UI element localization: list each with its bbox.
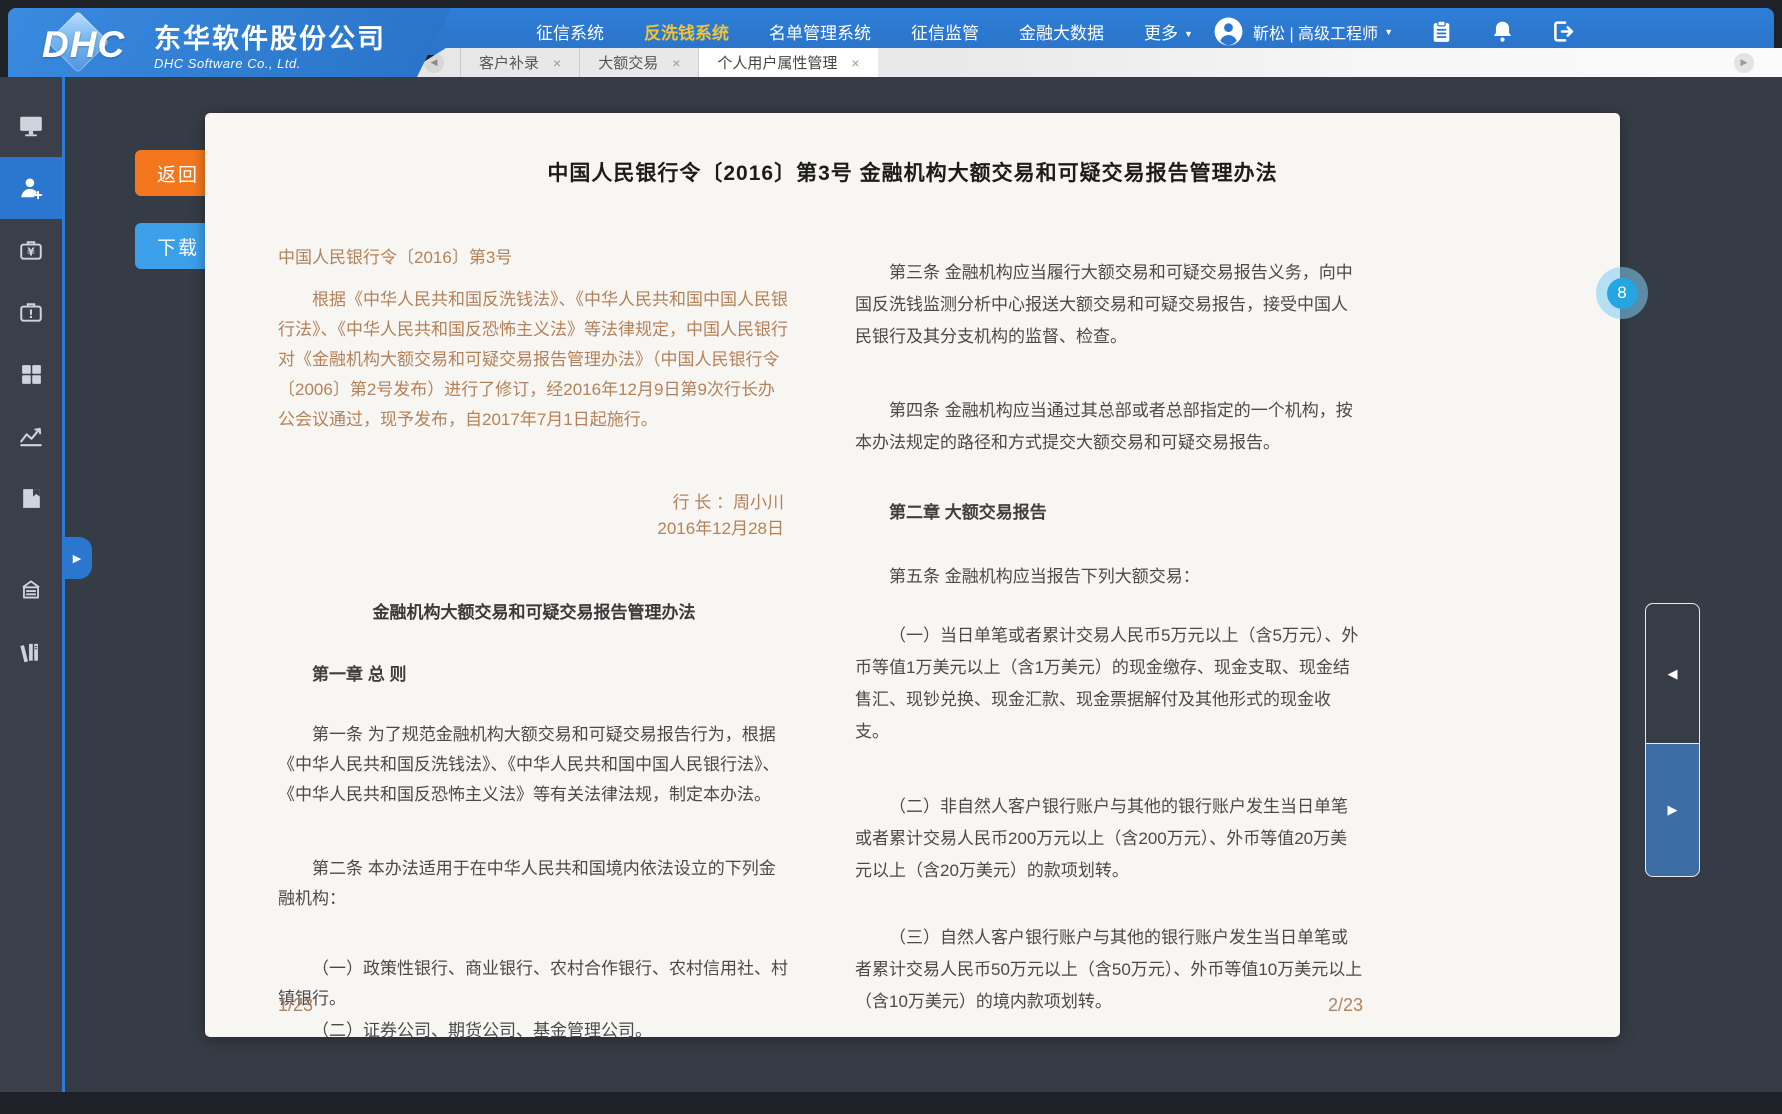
nav-item-credit-supervision[interactable]: 征信监管 (911, 19, 979, 44)
nav-item-aml-system[interactable]: 反洗钱系统 (644, 19, 729, 44)
tab-personal-user-attribute[interactable]: 个人用户属性管理 × (699, 48, 877, 77)
bookmark-book-icon (19, 486, 44, 511)
tab-bar: ◀ 客户补录 × 大额交易 × 个人用户属性管理 × ▶ (400, 48, 1782, 77)
signature-name: 行 长 ：周小川 (278, 490, 784, 516)
sidebar-expand-handle[interactable]: ▶ (62, 537, 92, 579)
bell-icon[interactable] (1490, 19, 1515, 44)
document-right-column: 第三条 金融机构应当履行大额交易和可疑交易报告义务，向中国反洗钱监测分析中心报送… (855, 243, 1363, 1018)
sidebar-item-line-chart[interactable] (0, 405, 62, 467)
sidebar-item-books[interactable] (0, 621, 62, 683)
sidebar-item-bookmark[interactable] (0, 467, 62, 529)
more-label: 更多 (1144, 24, 1178, 43)
logo[interactable]: DHC 东华软件股份公司 DHC Software Co., Ltd. (8, 8, 451, 77)
svg-text:!: ! (28, 307, 33, 321)
header-right-area: 靳松 | 高级工程师 ▼ (1213, 8, 1576, 55)
close-icon[interactable]: × (851, 55, 859, 71)
tab-large-transaction[interactable]: 大额交易 × (580, 48, 698, 77)
badge-count: 8 (1607, 278, 1638, 309)
company-subtitle: DHC Software Co., Ltd. (154, 56, 386, 71)
monitor-icon (18, 113, 44, 139)
close-icon[interactable]: × (672, 55, 680, 71)
sidebar-item-archive[interactable] (0, 559, 62, 621)
chevron-down-icon: ▼ (1184, 29, 1193, 39)
page-prev-button[interactable]: ◀ (1645, 603, 1700, 743)
document-title: 中国人民银行令〔2016〕第3号 金融机构大额交易和可疑交易报告管理办法 (205, 157, 1620, 187)
alert-case-icon: ! (18, 299, 44, 325)
cash-case-icon: ¥ (18, 237, 44, 263)
user-menu[interactable]: 靳松 | 高级工程师 (1253, 20, 1378, 44)
page-next-button[interactable]: ▶ (1645, 743, 1700, 877)
tab-label: 大额交易 (598, 52, 658, 73)
tab-customer-supplement[interactable]: 客户补录 × (461, 48, 579, 77)
tab-label: 个人用户属性管理 (717, 52, 837, 73)
line-chart-icon (18, 423, 44, 449)
article-3: 第三条 金融机构应当履行大额交易和可疑交易报告义务，向中国反洗钱监测分析中心报送… (855, 257, 1363, 353)
logout-icon[interactable] (1551, 19, 1576, 44)
company-name: 东华软件股份公司 (154, 24, 386, 54)
signature-block: 行 长 ：周小川 2016年12月28日 (278, 490, 790, 542)
sidebar-item-grid[interactable] (0, 343, 62, 405)
sidebar-item-monitor[interactable] (0, 95, 62, 157)
page-number-left: 1/23 (278, 995, 313, 1016)
page-number-right: 2/23 (855, 995, 1363, 1016)
signature-date: 2016年12月28日 (278, 516, 784, 542)
user-avatar-icon (1213, 16, 1244, 47)
clipboard-icon[interactable] (1429, 19, 1454, 44)
sidebar-item-person-add[interactable] (0, 157, 62, 219)
chapter-1-heading: 第一章 总 则 (278, 660, 790, 690)
sidebar: ¥ ! (0, 77, 62, 1092)
sidebar-accent-line (62, 77, 65, 1092)
user-chevron-down-icon[interactable]: ▼ (1384, 27, 1393, 37)
close-icon[interactable]: × (553, 55, 561, 71)
chapter-2-heading: 第二章 大额交易报告 (855, 497, 1363, 529)
article-5-item-2: （二）非自然人客户银行账户与其他的银行账户发生当日单笔或者累计交易人民币200万… (855, 791, 1363, 887)
nav-item-financial-bigdata[interactable]: 金融大数据 (1019, 19, 1104, 44)
logo-abbr: DHC (42, 24, 125, 66)
decree-preamble: 根据《中华人民共和国反洗钱法》、《中华人民共和国中国人民银行法》、《中华人民共和… (278, 285, 790, 435)
document-left-column: 中国人民银行令〔2016〕第3号 根据《中华人民共和国反洗钱法》、《中华人民共和… (278, 243, 790, 1046)
books-icon (18, 639, 44, 665)
article-2-item-2: （二）证券公司、期货公司、基金管理公司。 (278, 1016, 790, 1046)
tab-label: 客户补录 (479, 52, 539, 73)
article-5: 第五条 金融机构应当报告下列大额交易： (855, 561, 1363, 593)
notification-badge[interactable]: 8 (1596, 267, 1648, 319)
main-content: 返回 下载 中国人民银行令〔2016〕第3号 金融机构大额交易和可疑交易报告管理… (65, 77, 1782, 1092)
grid-icon (19, 362, 44, 387)
sidebar-item-alert-case[interactable]: ! (0, 281, 62, 343)
decree-number: 中国人民银行令〔2016〕第3号 (278, 243, 790, 273)
article-5-item-1: （一）当日单笔或者累计交易人民币5万元以上（含5万元）、外币等值1万美元以上（含… (855, 620, 1363, 748)
article-4: 第四条 金融机构应当通过其总部或者总部指定的一个机构，按本办法规定的路径和方式提… (855, 395, 1363, 459)
document-page: 中国人民银行令〔2016〕第3号 金融机构大额交易和可疑交易报告管理办法 中国人… (205, 113, 1620, 1037)
page-pager: ◀ ▶ (1645, 603, 1700, 877)
bottom-strip (0, 1092, 1782, 1114)
logo-text: 东华软件股份公司 DHC Software Co., Ltd. (154, 24, 386, 71)
primary-nav: 征信系统 反洗钱系统 名单管理系统 征信监管 金融大数据 更多 ▼ (536, 8, 1193, 55)
svg-text:¥: ¥ (27, 245, 35, 258)
article-2-item-1: （一）政策性银行、商业银行、农村合作银行、农村信用社、村镇银行。 (278, 954, 790, 1014)
nav-item-list-management[interactable]: 名单管理系统 (769, 19, 871, 44)
article-1: 第一条 为了规范金融机构大额交易和可疑交易报告行为，根据《中华人民共和国反洗钱法… (278, 720, 790, 810)
nav-item-credit-system[interactable]: 征信系统 (536, 19, 604, 44)
tab-scroll-right-button[interactable]: ▶ (1734, 53, 1754, 73)
measures-title: 金融机构大额交易和可疑交易报告管理办法 (278, 598, 790, 628)
person-add-icon (18, 175, 44, 201)
sidebar-item-cash-case[interactable]: ¥ (0, 219, 62, 281)
nav-item-more[interactable]: 更多 ▼ (1144, 19, 1193, 44)
article-2: 第二条 本办法适用于在中华人民共和国境内依法设立的下列金融机构： (278, 854, 790, 914)
archive-cabinet-icon (18, 577, 44, 603)
app-window: 征信系统 反洗钱系统 名单管理系统 征信监管 金融大数据 更多 ▼ 靳松 | 高级… (0, 0, 1782, 1114)
